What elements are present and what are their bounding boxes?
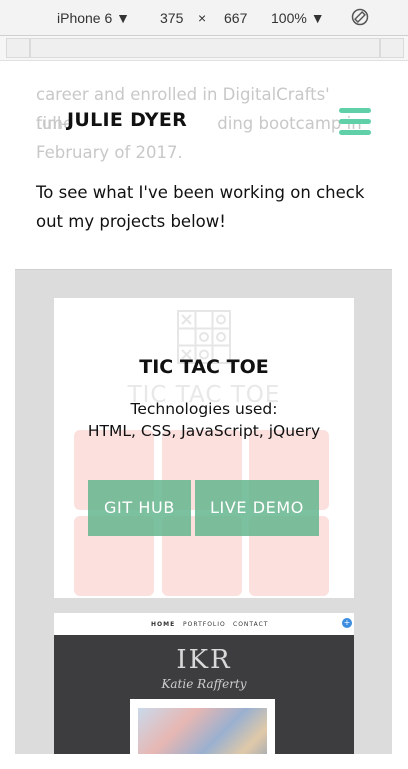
hamburger-icon[interactable] <box>339 108 371 138</box>
ruler-segment[interactable] <box>30 38 380 58</box>
chevron-down-icon: ▼ <box>116 10 131 26</box>
preview-nav: HOME PORTFOLIO CONTACT + <box>54 613 354 635</box>
chevron-down-icon: ▼ <box>310 10 325 26</box>
ruler-segment[interactable] <box>6 38 30 58</box>
about-section: career and enrolled in DigitalCrafts' fu… <box>15 86 392 270</box>
github-button[interactable]: GIT HUB <box>88 480 191 536</box>
project-card-tic-tac-toe: TIC TAC TOE TIC TAC TOE Technologies use… <box>54 298 354 598</box>
ruler-segment[interactable] <box>380 38 404 58</box>
device-name: iPhone 6 <box>57 10 113 26</box>
plus-icon: + <box>342 618 352 628</box>
artwork-frame <box>130 699 275 754</box>
media-query-ruler[interactable] <box>0 36 408 61</box>
about-text-line: February of 2017. <box>36 143 183 162</box>
device-select[interactable]: iPhone 6 ▼ <box>57 9 130 27</box>
site-brand[interactable]: JULIE DYER <box>67 109 187 131</box>
preview-nav-item: PORTFOLIO <box>183 621 226 628</box>
tech-list: HTML, CSS, JavaScript, jQuery <box>87 422 321 440</box>
preview-nav-item: CONTACT <box>233 621 269 628</box>
zoom-value: 100% <box>271 10 307 26</box>
preview-hero: IKR Katie Rafferty <box>54 635 354 754</box>
project-card-portfolio[interactable]: HOME PORTFOLIO CONTACT + IKR Katie Raffe… <box>54 613 354 754</box>
about-text-line: To see what I've been working on check <box>36 183 365 202</box>
height-input[interactable]: 667 <box>224 9 247 27</box>
about-text-line: out my projects below! <box>36 212 226 231</box>
preview-logo: IKR <box>176 645 232 675</box>
device-viewport: career and enrolled in DigitalCrafts' fu… <box>15 86 392 754</box>
zoom-select[interactable]: 100% ▼ <box>271 9 325 27</box>
times-sign: × <box>198 10 207 26</box>
artwork-image <box>138 708 267 754</box>
width-input[interactable]: 375 <box>160 9 183 27</box>
tech-label: Technologies used: <box>130 400 278 418</box>
rotate-icon[interactable] <box>351 8 369 26</box>
preview-name: Katie Rafferty <box>161 677 247 691</box>
device-toolbar: iPhone 6 ▼ 375 × 667 100% ▼ <box>0 0 408 36</box>
preview-nav-item: HOME <box>151 621 176 628</box>
live-demo-button[interactable]: LIVE DEMO <box>195 480 319 536</box>
project-title: TIC TAC TOE <box>139 356 269 378</box>
